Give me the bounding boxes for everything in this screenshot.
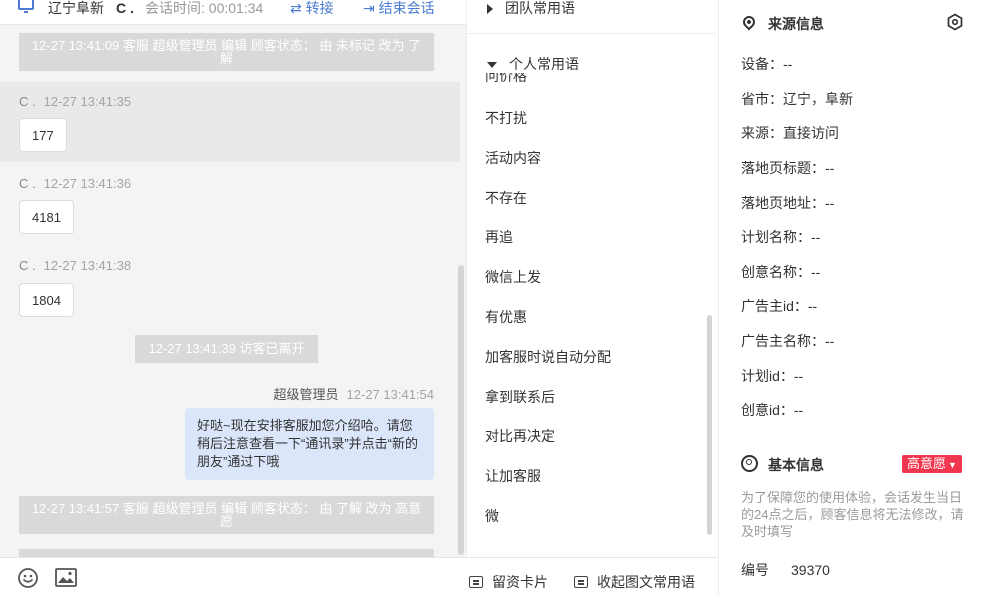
phrases-panel: 团队常用语 个人常用语 问价格 不打扰 活动内容 不存在 再追 微信上发 有优惠… [466,0,719,557]
source-field: 来源：直接访问 [741,125,839,141]
settings-icon[interactable] [946,13,964,31]
emoji-icon[interactable] [17,567,39,589]
lead-card-button[interactable]: 留资卡片 [469,572,548,592]
info-notice: 为了保障您的使用体验，会话发生当日的24点之后，顾客信息将无法修改，请及时填写 [741,490,964,539]
landing-title-field: 落地页标题：-- [741,160,835,176]
transfer-button[interactable]: ⇄ 转接 [290,0,334,16]
caret-down-icon [487,62,497,69]
id-field: 编号 39370 [741,562,830,578]
phrase-item[interactable]: 拿到联系后 [485,387,555,407]
phrase-item[interactable]: 微信上发 [485,267,541,287]
transfer-icon: ⇄ [290,0,306,16]
agent-message-meta: 超级管理员 12-27 13:41:54 [273,387,434,402]
creative-name-field: 创意名称：-- [741,264,821,280]
card-icon [469,576,483,588]
phrase-item-partial[interactable]: 问价格 [485,73,527,83]
chat-toolbar: 留资卡片 收起图文常用语 [0,557,718,597]
message-icon [574,576,588,588]
phrase-item[interactable]: 让加客服 [485,466,541,486]
exit-icon: ⇥ [363,0,379,16]
chat-header: 辽宁阜新 C . 会话时间: 00:01:34 ⇄ 转接 ⇥ 结束会话 [0,0,466,25]
plan-id-field: 计划id：-- [741,368,804,384]
advertiser-name-field: 广告主名称：-- [741,333,835,349]
intent-status-dropdown[interactable]: 高意愿 ▼ [902,455,962,473]
visitor-left-notice: 12-27 13:41:39 访客已离开 [135,335,318,363]
visitor-message: 4181 [19,200,74,234]
phrase-item[interactable]: 有优惠 [485,307,527,327]
source-info-title: 来源信息 [768,16,824,32]
monitor-icon [18,0,34,13]
caret-down-icon: ▼ [948,460,957,470]
visitor-name: C . [116,0,134,16]
province-field: 省市：辽宁，阜新 [741,91,853,107]
landing-url-field: 落地页地址：-- [741,195,835,211]
message-meta: C . 12-27 13:41:36 [19,176,132,191]
visitor-info-panel: 来源信息 设备：-- 省市：辽宁，阜新 来源：直接访问 落地页标题：-- 落地页… [718,0,984,596]
message-meta: C . 12-27 13:41:35 [19,94,132,109]
divider [467,33,715,34]
system-message: 12-27 13:41:57 客服 超级管理员 编辑 顾客状态： 由 了解 改为… [19,496,434,534]
creative-id-field: 创意id：-- [741,402,804,418]
advertiser-id-field: 广告主id：-- [741,298,818,314]
system-message: 12-27 13:41:09 客服 超级管理员 编辑 顾客状态： 由 未标记 改… [19,33,434,71]
image-icon[interactable] [55,568,77,587]
phrase-item[interactable]: 微 [485,506,499,526]
phrase-item[interactable]: 不打扰 [485,108,527,128]
chat-panel: 辽宁阜新 C . 会话时间: 00:01:34 ⇄ 转接 ⇥ 结束会话 12-2… [0,0,466,596]
personal-phrases-group[interactable]: 个人常用语 [487,54,579,74]
phrase-item[interactable]: 活动内容 [485,148,541,168]
visitor-message: 177 [19,118,67,152]
end-session-button[interactable]: ⇥ 结束会话 [363,0,435,16]
team-phrases-group[interactable]: 团队常用语 [487,0,575,18]
phrase-item[interactable]: 对比再决定 [485,426,555,446]
collapse-phrases-button[interactable]: 收起图文常用语 [574,572,695,592]
visitor-message: 1804 [19,283,74,317]
plan-name-field: 计划名称：-- [741,229,821,245]
device-field: 设备：-- [741,56,793,72]
basic-info-title: 基本信息 [768,457,824,473]
visitor-location: 辽宁阜新 [48,0,104,16]
caret-right-icon [487,4,493,15]
chat-scrollbar[interactable] [458,265,464,555]
location-pin-icon [740,13,758,31]
phrase-item[interactable]: 不存在 [485,188,527,208]
session-time: 会话时间: 00:01:34 [145,0,264,16]
phrases-scrollbar[interactable] [707,315,712,535]
user-icon [741,455,758,472]
agent-message: 好哒~现在安排客服加您介绍哈。请您稍后注意查看一下“通讯录”并点击“新的朋友”通… [185,408,434,480]
phrase-item[interactable]: 加客服时说自动分配 [485,347,611,367]
phrase-item[interactable]: 再追 [485,227,513,247]
message-meta: C . 12-27 13:41:38 [19,258,132,273]
